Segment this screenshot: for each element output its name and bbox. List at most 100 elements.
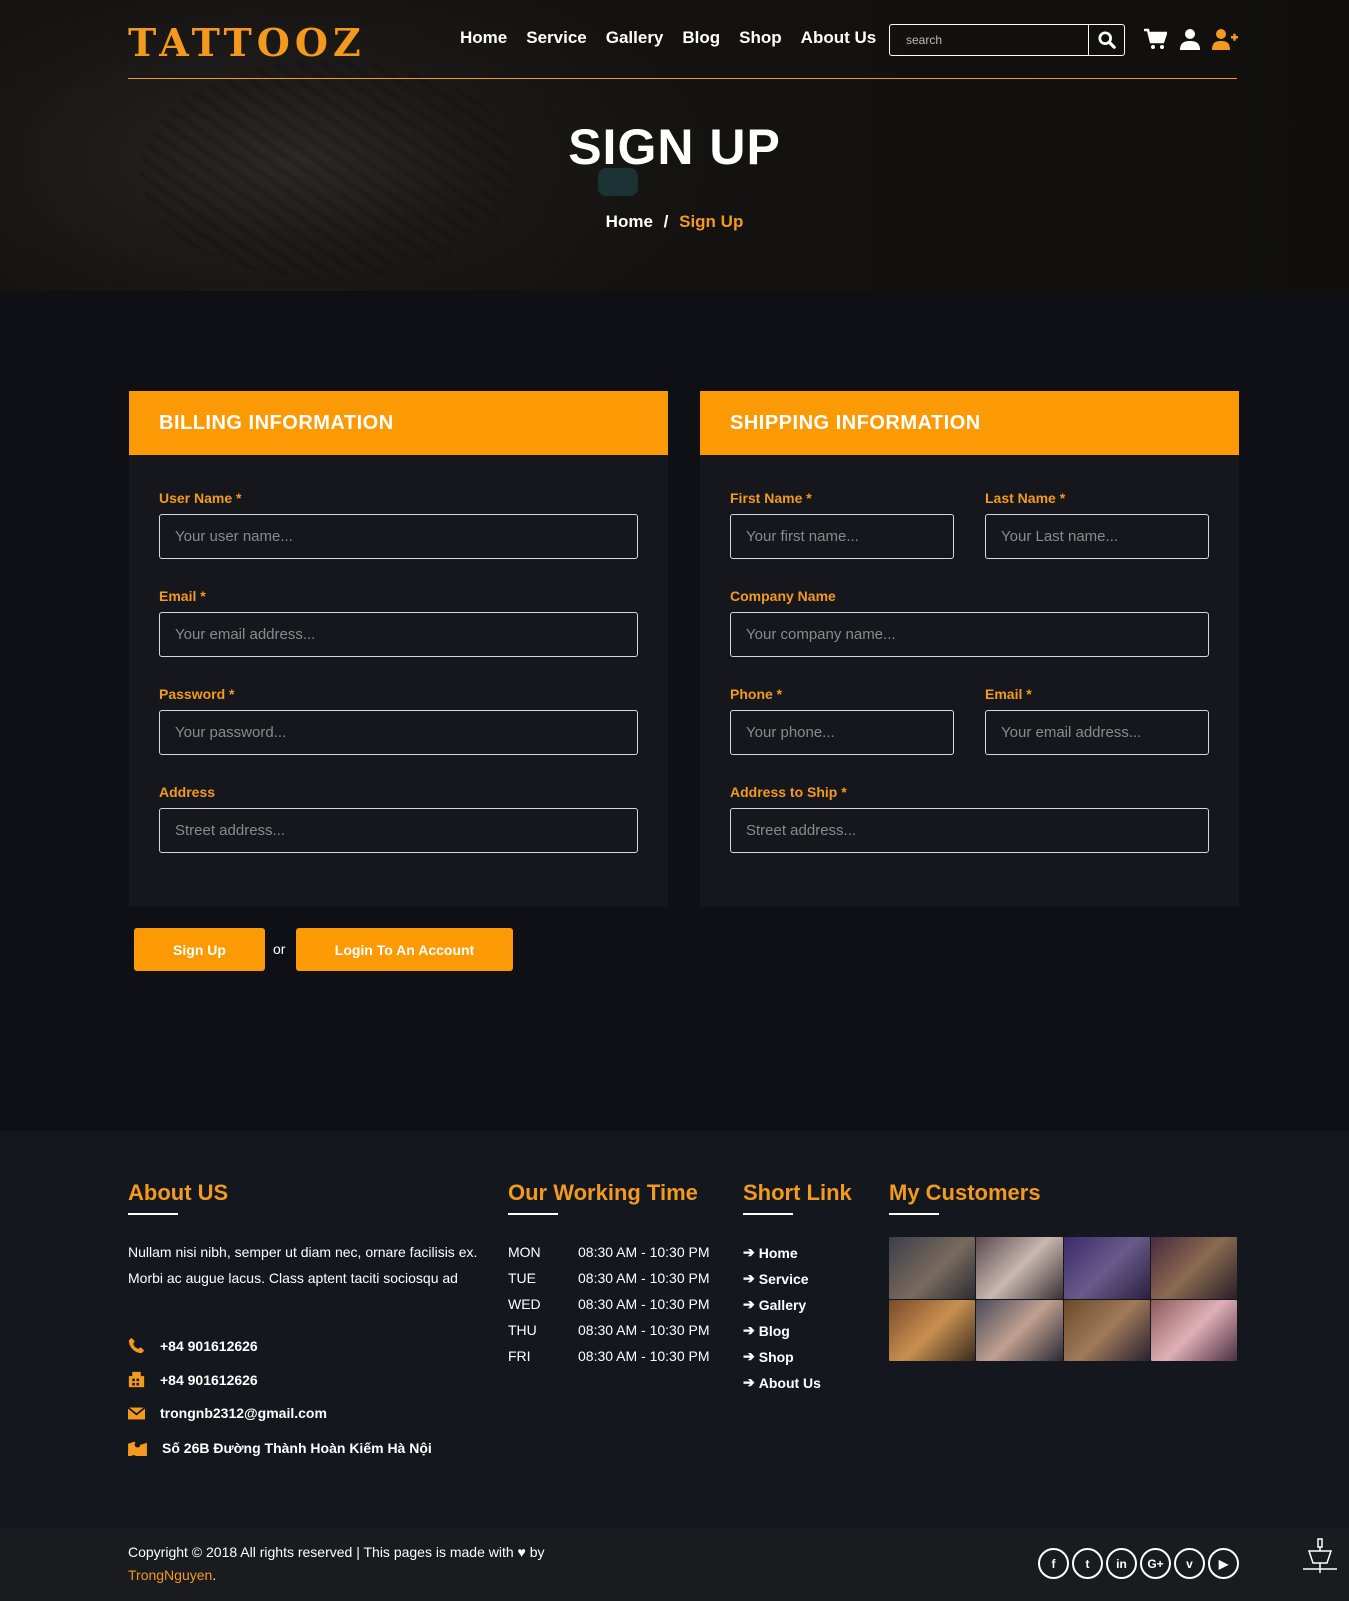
site-logo[interactable]: TATTOOZ (128, 20, 366, 65)
first-name-label: First Name * (730, 490, 812, 506)
search-icon (1097, 31, 1116, 49)
user-plus-icon (1212, 29, 1238, 50)
tattoo-machine-icon (1303, 1538, 1337, 1573)
linkedin-icon[interactable]: in (1106, 1548, 1137, 1579)
footer-link-shop[interactable]: ➔ Shop (743, 1348, 794, 1365)
author-link[interactable]: TrongNguyen (128, 1567, 212, 1583)
shipping-email-label: Email * (985, 686, 1032, 702)
social-links: f t in G+ v ▶ (1038, 1548, 1239, 1579)
cart-icon (1144, 28, 1167, 49)
hours-row: THU 08:30 AM - 10:30 PM (508, 1322, 710, 1338)
facebook-icon[interactable]: f (1038, 1548, 1069, 1579)
search-button[interactable] (1088, 25, 1124, 55)
phone-input[interactable] (730, 710, 954, 755)
breadcrumb-separator: / (663, 212, 669, 231)
address-input[interactable] (159, 808, 638, 853)
customer-photo[interactable] (1063, 1237, 1150, 1299)
email-label: Email * (159, 588, 206, 604)
main-nav: Home Service Gallery Blog Shop About Us (460, 28, 876, 48)
fax-icon (128, 1371, 145, 1388)
copyright: Copyright © 2018 All rights reserved | T… (128, 1544, 545, 1583)
nav-blog[interactable]: Blog (682, 28, 720, 48)
header-divider (128, 78, 1237, 79)
address-label: Address (159, 784, 216, 800)
contact-phone-text: +84 901612626 (160, 1337, 258, 1354)
hours-row: FRI 08:30 AM - 10:30 PM (508, 1348, 710, 1364)
company-label: Company Name (730, 588, 836, 604)
account-button[interactable] (1177, 26, 1203, 52)
company-input[interactable] (730, 612, 1209, 657)
nav-service[interactable]: Service (526, 28, 587, 48)
billing-title: BILLING INFORMATION (129, 391, 668, 455)
ship-address-label: Address to Ship * (730, 784, 847, 800)
working-time-title: Our Working Time (508, 1180, 698, 1205)
arrow-right-icon: ➔ (743, 1374, 755, 1390)
footer-link-blog[interactable]: ➔ Blog (743, 1322, 790, 1339)
google-plus-icon[interactable]: G+ (1140, 1548, 1171, 1579)
nav-about-us[interactable]: About Us (801, 28, 877, 48)
twitter-icon[interactable]: t (1072, 1548, 1103, 1579)
vimeo-icon[interactable]: v (1174, 1548, 1205, 1579)
contact-fax-text: +84 901612626 (160, 1371, 258, 1388)
map-icon (128, 1441, 147, 1456)
customer-photo[interactable] (889, 1299, 976, 1361)
about-title: About US (128, 1180, 229, 1205)
breadcrumb-home[interactable]: Home (606, 212, 653, 231)
customer-photo[interactable] (889, 1237, 976, 1299)
youtube-icon[interactable]: ▶ (1208, 1548, 1239, 1579)
sign-up-button[interactable]: Sign Up (134, 928, 265, 971)
user-icon (1180, 29, 1200, 50)
back-to-top-button[interactable] (1300, 1536, 1340, 1576)
shipping-email-input[interactable] (985, 710, 1209, 755)
contact-address: Số 26B Đường Thành Hoàn Kiếm Hà Nội (128, 1439, 432, 1456)
short-link-title: Short Link (743, 1180, 852, 1205)
heart-icon: ♥ (517, 1544, 526, 1560)
envelope-icon (128, 1406, 145, 1419)
nav-home[interactable]: Home (460, 28, 507, 48)
customer-photo[interactable] (1150, 1299, 1237, 1361)
breadcrumb-current: Sign Up (679, 212, 744, 231)
phone-icon (128, 1337, 145, 1354)
username-input[interactable] (159, 514, 638, 559)
footer-link-about-us[interactable]: ➔ About Us (743, 1374, 821, 1391)
hours-row: TUE 08:30 AM - 10:30 PM (508, 1270, 710, 1286)
arrow-right-icon: ➔ (743, 1348, 755, 1364)
register-button[interactable] (1212, 26, 1238, 52)
contact-address-text: Số 26B Đường Thành Hoàn Kiếm Hà Nội (162, 1439, 432, 1456)
page-title: SIGN UP (568, 119, 781, 175)
arrow-right-icon: ➔ (743, 1296, 755, 1312)
breadcrumb: Home / Sign Up (0, 212, 1349, 232)
footer-link-service[interactable]: ➔ Service (743, 1270, 809, 1287)
phone-label: Phone * (730, 686, 783, 702)
or-text: or (273, 941, 286, 957)
email-input[interactable] (159, 612, 638, 657)
search-input[interactable] (890, 25, 1088, 55)
about-text: Nullam nisi nibh, semper ut diam nec, or… (128, 1244, 478, 1286)
password-input[interactable] (159, 710, 638, 755)
login-button[interactable]: Login To An Account (296, 928, 513, 971)
username-label: User Name * (159, 490, 242, 506)
customer-photo[interactable] (1150, 1237, 1237, 1299)
hours-row: MON 08:30 AM - 10:30 PM (508, 1244, 710, 1260)
contact-email: trongnb2312@gmail.com (128, 1405, 327, 1421)
ship-address-input[interactable] (730, 808, 1209, 853)
contact-fax: +84 901612626 (128, 1371, 258, 1388)
nav-gallery[interactable]: Gallery (606, 28, 664, 48)
shipping-title: SHIPPING INFORMATION (700, 391, 1239, 455)
customer-photo[interactable] (976, 1237, 1063, 1299)
search-box (889, 24, 1125, 56)
password-label: Password * (159, 686, 235, 702)
first-name-input[interactable] (730, 514, 954, 559)
last-name-label: Last Name * (985, 490, 1066, 506)
customers-title: My Customers (889, 1180, 1041, 1205)
contact-email-text[interactable]: trongnb2312@gmail.com (160, 1405, 327, 1421)
last-name-input[interactable] (985, 514, 1209, 559)
hours-row: WED 08:30 AM - 10:30 PM (508, 1296, 710, 1312)
footer-link-home[interactable]: ➔ Home (743, 1244, 798, 1261)
customer-gallery (889, 1237, 1237, 1361)
footer-link-gallery[interactable]: ➔ Gallery (743, 1296, 806, 1313)
customer-photo[interactable] (976, 1299, 1063, 1361)
nav-shop[interactable]: Shop (739, 28, 782, 48)
cart-button[interactable] (1142, 26, 1168, 52)
customer-photo[interactable] (1063, 1299, 1150, 1361)
